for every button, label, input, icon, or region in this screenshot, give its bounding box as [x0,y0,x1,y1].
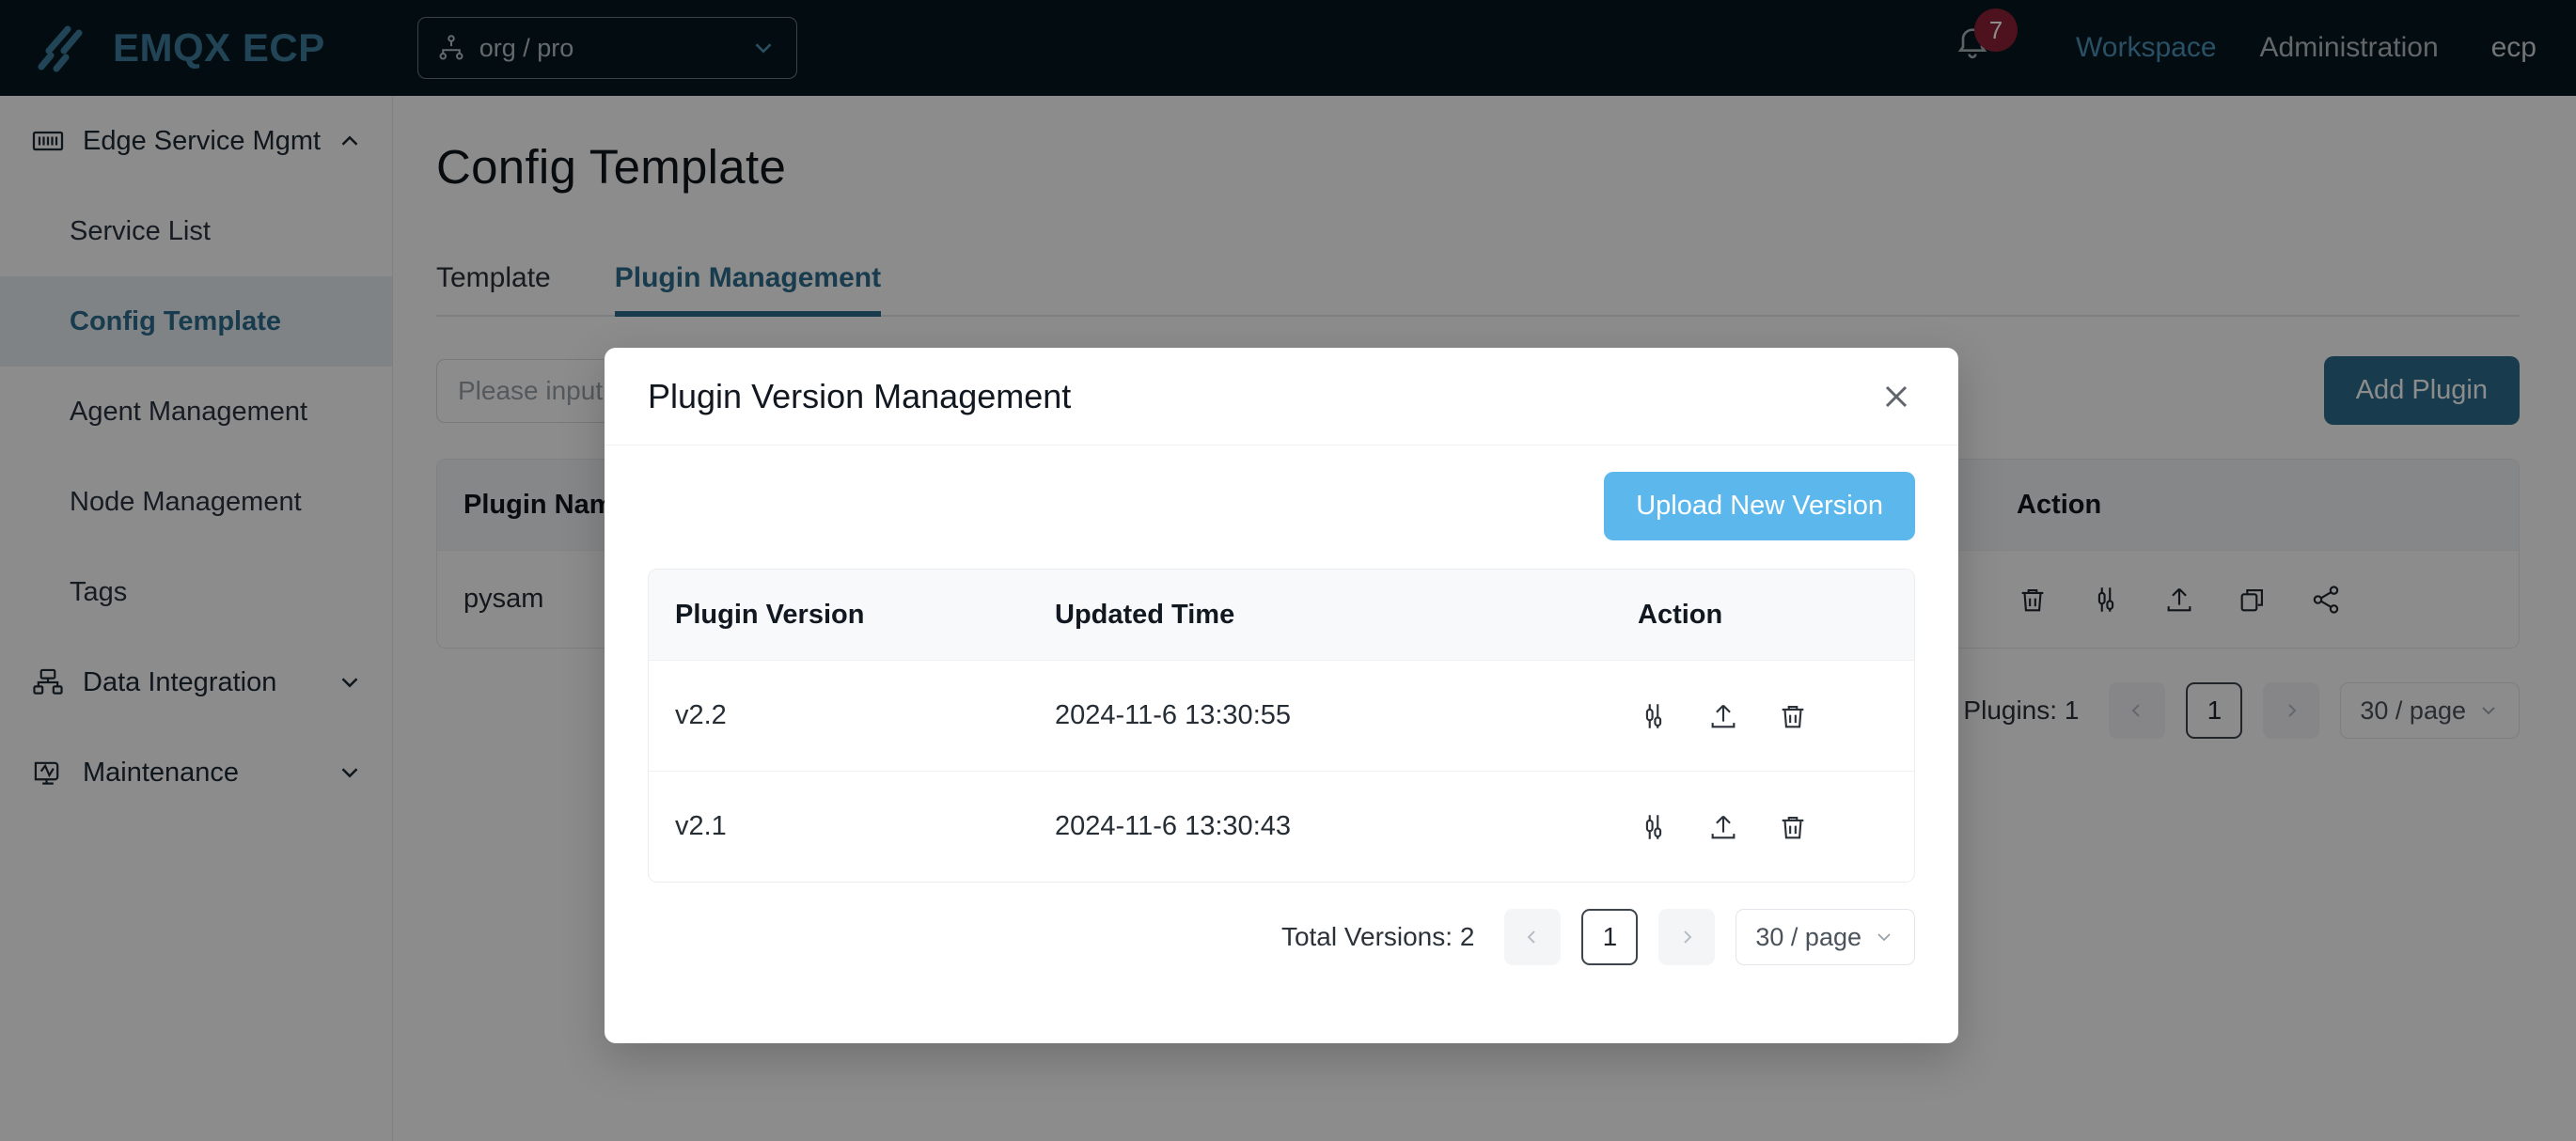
chevron-down-icon [1873,926,1895,948]
upload-new-version-button[interactable]: Upload New Version [1604,472,1915,540]
page-size-value: 30 / page [1755,922,1861,951]
versions-pagination: Total Versions: 2 1 30 / page [648,909,1915,965]
cell-updated-time: 2024-11-6 13:30:43 [1055,811,1292,841]
modal-body: Upload New Version Plugin Version Update… [605,445,1958,965]
versions-table: Plugin Version Updated Time Action v2.2 … [648,569,1915,883]
row-actions [1638,700,1910,732]
cell-plugin-version: v2.2 [675,700,727,730]
modal-header: Plugin Version Management [605,348,1958,445]
cell-updated-time: 2024-11-6 13:30:55 [1055,700,1292,730]
app-root: EMQX ECP org / pro 7 Workspace Administr… [0,0,2576,1141]
page-size-select[interactable]: 30 / page [1736,909,1915,965]
close-icon[interactable] [1877,378,1915,415]
column-action: Action [1638,599,1723,630]
chevron-right-icon[interactable] [1658,909,1716,965]
modal-title: Plugin Version Management [648,376,1072,415]
page-number-1[interactable]: 1 [1581,909,1639,965]
plugin-version-management-dialog: Plugin Version Management Upload New Ver… [605,348,1958,1043]
chevron-left-icon[interactable] [1504,909,1562,965]
versions-table-header: Plugin Version Updated Time Action [649,570,1914,660]
table-row: v2.1 2024-11-6 13:30:43 [649,771,1914,882]
row-actions [1638,811,1910,843]
column-plugin-version: Plugin Version [675,599,865,630]
table-row: v2.2 2024-11-6 13:30:55 [649,660,1914,771]
total-versions-label: Total Versions: 2 [1280,922,1475,951]
upload-icon[interactable] [1707,811,1739,843]
delete-icon[interactable] [1777,811,1809,843]
upload-row: Upload New Version [648,472,1915,540]
settings-sliders-icon[interactable] [1638,811,1670,843]
delete-icon[interactable] [1777,700,1809,732]
cell-plugin-version: v2.1 [675,811,727,841]
upload-icon[interactable] [1707,700,1739,732]
settings-sliders-icon[interactable] [1638,700,1670,732]
column-updated-time: Updated Time [1055,599,1235,630]
